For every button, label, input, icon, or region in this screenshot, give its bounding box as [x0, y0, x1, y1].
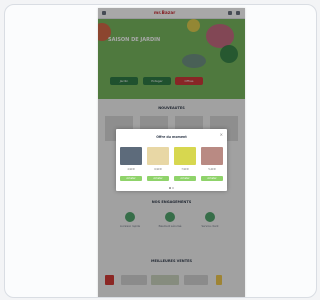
offer-modal: Offre du moment × 4,99 € Acheter 6,99 € … — [116, 129, 227, 191]
screenshot-card: mr.Bazar SAISON DE JARDIN Jardin Potager… — [4, 4, 317, 298]
product-price: 4,99 € — [127, 168, 135, 171]
product-image[interactable] — [201, 147, 223, 165]
mobile-page: mr.Bazar SAISON DE JARDIN Jardin Potager… — [98, 8, 245, 297]
product-image[interactable] — [174, 147, 196, 165]
modal-title: Offre du moment — [156, 135, 187, 139]
product-price: 5,49 € — [208, 168, 216, 171]
modal-product-card: 6,99 € Acheter — [147, 147, 169, 185]
modal-product-card: 4,99 € Acheter — [120, 147, 142, 185]
product-price: 6,99 € — [154, 168, 162, 171]
buy-button[interactable]: Acheter — [120, 176, 142, 181]
product-price: 7,99 € — [181, 168, 189, 171]
buy-button[interactable]: Acheter — [147, 176, 169, 181]
buy-button[interactable]: Acheter — [174, 176, 196, 181]
carousel-dot[interactable] — [172, 187, 174, 189]
buy-button[interactable]: Acheter — [201, 176, 223, 181]
carousel-dot[interactable] — [169, 187, 171, 189]
close-icon[interactable]: × — [220, 133, 223, 137]
modal-product-card: 5,49 € Acheter — [201, 147, 223, 185]
product-image[interactable] — [147, 147, 169, 165]
modal-products: 4,99 € Acheter 6,99 € Acheter 7,99 € Ach… — [120, 147, 223, 185]
carousel-dots — [169, 187, 174, 189]
modal-product-card: 7,99 € Acheter — [174, 147, 196, 185]
product-image[interactable] — [120, 147, 142, 165]
